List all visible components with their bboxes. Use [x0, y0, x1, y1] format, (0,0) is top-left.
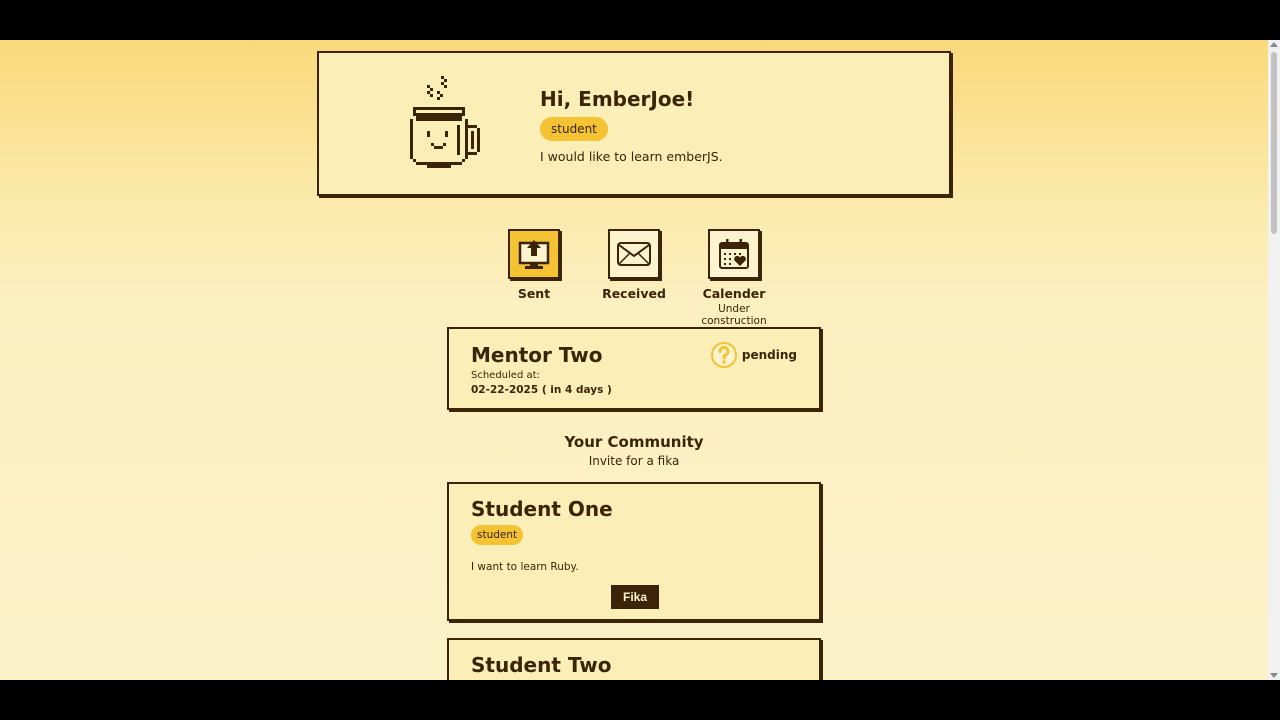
status-indicator: pending	[710, 341, 797, 369]
coffee-mug-icon	[410, 76, 480, 168]
nav-calendar-label: Calender	[702, 286, 766, 301]
nav-received-button[interactable]	[608, 229, 660, 279]
nav-sent-label: Sent	[517, 286, 551, 301]
fika-mentor-name: Mentor Two	[471, 343, 603, 367]
member-description: I want to learn Ruby.	[471, 561, 579, 573]
member-name: Student One	[471, 497, 613, 521]
nav-sent[interactable]: Sent	[484, 229, 584, 301]
member-role-badge: student	[471, 525, 524, 545]
nav-calendar-sublabel: Under construction	[701, 303, 767, 327]
greeting-heading: Hi, EmberJoe!	[540, 87, 695, 111]
calendar-heart-icon	[719, 239, 749, 269]
question-icon	[710, 342, 737, 368]
nav-received-label: Received	[602, 286, 666, 301]
fika-scheduled-label: Scheduled at:	[471, 370, 540, 381]
fika-date: 02-22-2025 ( in 4 days )	[471, 384, 612, 396]
nav-calendar-button[interactable]	[708, 229, 760, 279]
bottom-letterbox	[0, 680, 1280, 720]
status-label: pending	[741, 348, 797, 362]
upload-monitor-icon	[518, 240, 550, 269]
top-letterbox	[0, 0, 1280, 40]
envelope-icon	[617, 242, 651, 266]
profile-card: Hi, EmberJoe! student I would like to le…	[317, 51, 951, 196]
community-subtitle: Invite for a fika	[588, 454, 680, 468]
community-title: Your Community	[564, 433, 704, 451]
scrollbar-thumb[interactable]	[1271, 52, 1277, 234]
role-badge: student	[540, 117, 608, 141]
nav-received[interactable]: Received	[584, 229, 684, 301]
fika-card[interactable]: Mentor Two Scheduled at: 02-22-2025 ( in…	[447, 327, 821, 410]
profile-description: I would like to learn emberJS.	[540, 149, 723, 164]
community-member-card: Student Two	[447, 638, 821, 680]
scroll-down-arrow-icon[interactable]	[1270, 673, 1278, 678]
community-member-card: Student One student I want to learn Ruby…	[447, 482, 821, 621]
nav-sent-button[interactable]	[508, 229, 560, 279]
member-name: Student Two	[471, 653, 612, 677]
nav-calendar[interactable]: Calender Under construction	[684, 229, 784, 327]
page-viewport[interactable]: Hi, EmberJoe! student I would like to le…	[0, 40, 1280, 680]
fika-invite-button[interactable]: Fika	[611, 585, 659, 609]
vertical-scrollbar[interactable]	[1268, 40, 1280, 680]
scroll-up-arrow-icon[interactable]	[1270, 42, 1278, 47]
